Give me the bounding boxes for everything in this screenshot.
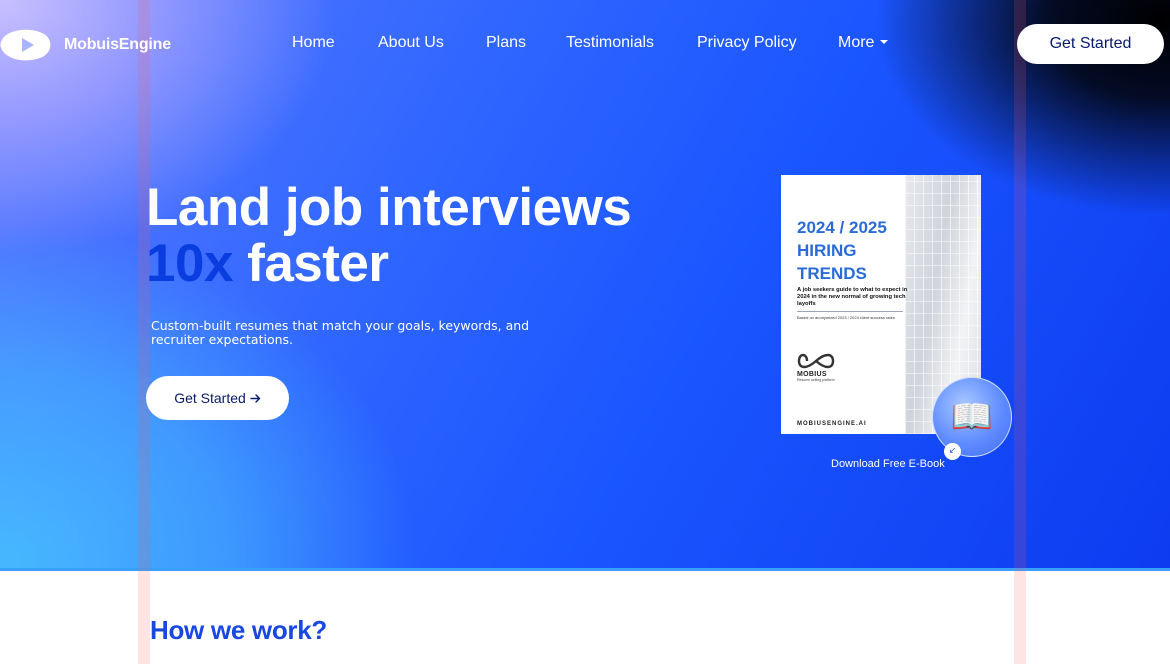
- nav-item-home[interactable]: Home: [292, 34, 335, 52]
- hero-cta-label: Get Started: [174, 390, 246, 406]
- nav-item-more[interactable]: More: [838, 34, 889, 52]
- ebook-divider: [797, 311, 903, 312]
- arrow-down-left-icon[interactable]: ↙: [944, 443, 961, 460]
- ebook-brand-name: MOBIUS: [797, 371, 827, 378]
- nav-item-about-us[interactable]: About Us: [378, 34, 444, 52]
- headline-accent: 10x: [146, 234, 233, 293]
- open-book-icon: 📖: [950, 397, 994, 437]
- brand-logo[interactable]: MobuisEngine: [0, 28, 171, 62]
- infinity-logo-icon: [797, 353, 835, 369]
- hero-headline: Land job interviews 10x faster: [146, 178, 632, 293]
- hero-subtext: Custom-built resumes that match your goa…: [151, 318, 530, 347]
- caret-down-icon: [880, 39, 889, 44]
- ebook-brand-tagline: Resume writing platform: [797, 378, 835, 382]
- hero-divider: [0, 568, 1170, 571]
- nav-item-more-label: More: [838, 34, 875, 51]
- layout-guide-right: [1014, 0, 1026, 664]
- brand-name: MobuisEngine: [64, 36, 171, 53]
- arrow-right-icon: [250, 393, 260, 403]
- header-get-started-button[interactable]: Get Started: [1017, 24, 1164, 64]
- hero-get-started-button[interactable]: Get Started: [146, 376, 289, 420]
- ebook-site: MOBIUSENGINE.AI: [797, 421, 867, 427]
- nav-item-testimonials[interactable]: Testimonials: [566, 34, 654, 52]
- nav-item-plans[interactable]: Plans: [486, 34, 526, 52]
- headline-rest: faster: [247, 234, 389, 293]
- nav-item-privacy-policy[interactable]: Privacy Policy: [697, 34, 797, 52]
- how-we-work-heading: How we work?: [150, 615, 327, 645]
- ebook-note: Based on anonymized 2023 / 2024 client s…: [797, 315, 895, 320]
- layout-guide-left: [138, 0, 150, 664]
- ebook-title: 2024 / 2025 HIRING TRENDS: [797, 218, 887, 283]
- headline-line-1: Land job interviews: [146, 178, 632, 237]
- ebook-download-badge[interactable]: 📖: [932, 377, 1012, 457]
- logo-icon: [0, 29, 51, 61]
- ebook-description: A job seekers guide to what to expect in…: [797, 287, 908, 307]
- ebook-download-link[interactable]: Download Free E-Book: [831, 458, 945, 470]
